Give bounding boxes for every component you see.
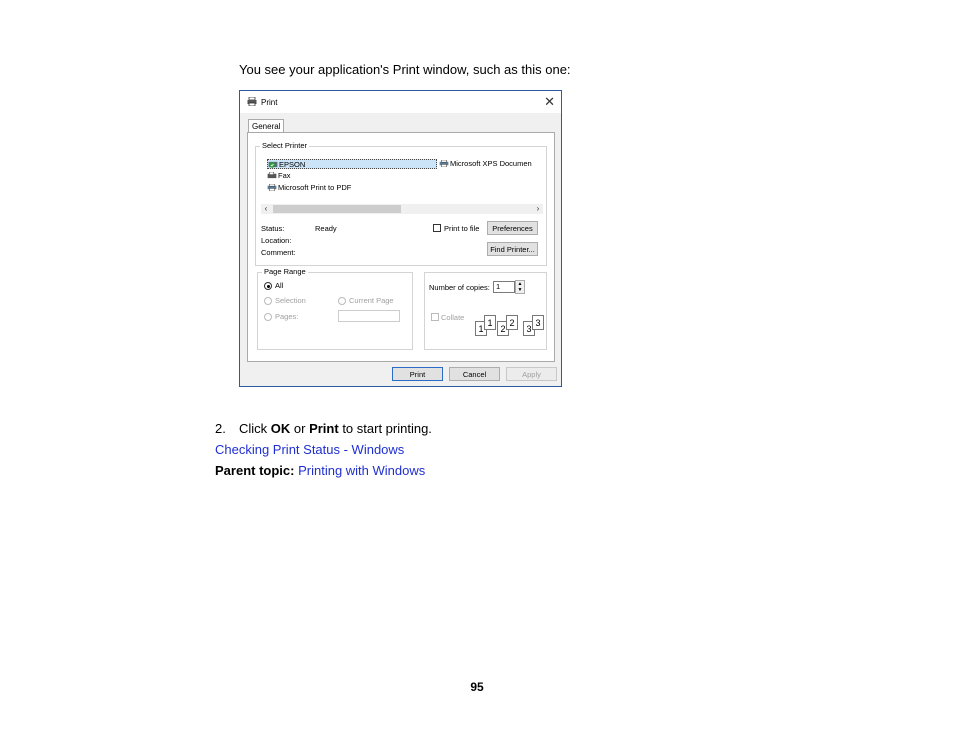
collate-sheet: 3 bbox=[532, 315, 544, 330]
range-selection-radio[interactable] bbox=[264, 297, 272, 305]
page-number: 95 bbox=[470, 680, 484, 694]
printer-icon bbox=[267, 184, 277, 191]
step-print: Print bbox=[309, 421, 339, 436]
range-current-page-radio[interactable] bbox=[338, 297, 346, 305]
collate-sheet: 1 bbox=[484, 315, 496, 330]
dialog-title: Print bbox=[261, 98, 278, 107]
print-to-file-label[interactable]: Print to file bbox=[444, 224, 479, 233]
printer-icon bbox=[247, 97, 257, 106]
tab-general[interactable]: General bbox=[248, 119, 285, 133]
step-text-post: to start printing. bbox=[338, 421, 432, 436]
range-pages-label[interactable]: Pages: bbox=[275, 312, 298, 321]
scroll-thumb[interactable] bbox=[273, 205, 401, 213]
cancel-button[interactable]: Cancel bbox=[449, 367, 500, 381]
range-selection-label[interactable]: Selection bbox=[275, 296, 306, 305]
intro-text: You see your application's Print window,… bbox=[239, 62, 571, 77]
copies-label: Number of copies: bbox=[429, 283, 490, 292]
collate-checkbox[interactable] bbox=[431, 313, 439, 321]
printer-item-fax[interactable]: Fax bbox=[267, 171, 291, 181]
select-printer-label: Select Printer bbox=[260, 141, 310, 150]
step-text-pre: Click bbox=[239, 421, 271, 436]
apply-button[interactable]: Apply bbox=[506, 367, 557, 381]
printer-name: Fax bbox=[278, 171, 291, 180]
select-printer-group: Select Printer EPSON Fax Microsoft Print… bbox=[255, 141, 547, 266]
printer-name: Microsoft Print to PDF bbox=[278, 183, 352, 192]
printer-name: EPSON bbox=[279, 160, 306, 169]
printer-item-pdf[interactable]: Microsoft Print to PDF bbox=[267, 183, 351, 193]
parent-topic: Parent topic: Printing with Windows bbox=[215, 463, 425, 478]
printer-list-scrollbar[interactable]: ‹ › bbox=[261, 204, 543, 214]
dialog-titlebar: Print ✕ bbox=[240, 91, 561, 113]
checking-print-status-link[interactable]: Checking Print Status - Windows bbox=[215, 442, 404, 457]
range-current-page-label[interactable]: Current Page bbox=[349, 296, 394, 305]
general-panel: Select Printer EPSON Fax Microsoft Print… bbox=[247, 132, 555, 362]
parent-topic-label: Parent topic: bbox=[215, 463, 295, 478]
fax-icon bbox=[267, 172, 277, 179]
copies-input[interactable]: 1 bbox=[493, 281, 515, 293]
copies-group: Number of copies: 1 ▲ ▼ Collate 1 1 2 2 … bbox=[424, 272, 547, 350]
print-button[interactable]: Print bbox=[392, 367, 443, 381]
pages-input[interactable] bbox=[338, 310, 400, 322]
default-printer-check-icon bbox=[268, 161, 278, 168]
page-range-label: Page Range bbox=[262, 267, 308, 276]
comment-label: Comment: bbox=[261, 248, 296, 257]
page-range-group: Page Range All Selection Current Page Pa… bbox=[257, 267, 413, 350]
collate-label[interactable]: Collate bbox=[441, 313, 464, 322]
printer-name: Microsoft XPS Documen bbox=[450, 159, 532, 168]
step-text-or: or bbox=[290, 421, 310, 436]
preferences-button[interactable]: Preferences bbox=[487, 221, 538, 235]
close-icon[interactable]: ✕ bbox=[544, 94, 555, 110]
printer-item-epson[interactable]: EPSON bbox=[267, 159, 437, 169]
collate-sheet: 2 bbox=[506, 315, 518, 330]
step-2: 2. Click OK or Print to start printing. bbox=[215, 421, 432, 436]
print-to-file-checkbox[interactable] bbox=[433, 224, 441, 232]
printing-with-windows-link[interactable]: Printing with Windows bbox=[298, 463, 425, 478]
location-label: Location: bbox=[261, 236, 292, 245]
scroll-left-icon[interactable]: ‹ bbox=[261, 204, 271, 214]
range-pages-radio[interactable] bbox=[264, 313, 272, 321]
find-printer-button[interactable]: Find Printer... bbox=[487, 242, 538, 256]
status-label: Status: bbox=[261, 224, 285, 233]
printer-item-xps[interactable]: Microsoft XPS Documen bbox=[439, 159, 532, 169]
step-ok: OK bbox=[270, 421, 291, 436]
range-all-radio[interactable] bbox=[264, 282, 272, 290]
scroll-right-icon[interactable]: › bbox=[533, 204, 543, 214]
step-number: 2. bbox=[215, 421, 226, 436]
copies-spinner[interactable]: ▲ ▼ bbox=[515, 280, 525, 294]
range-all-label[interactable]: All bbox=[275, 281, 283, 290]
print-dialog: Print ✕ General Select Printer EPSON Fax… bbox=[239, 90, 562, 387]
printer-icon bbox=[439, 160, 449, 167]
status-value: Ready bbox=[315, 224, 337, 233]
spin-down-icon[interactable]: ▼ bbox=[516, 287, 524, 293]
